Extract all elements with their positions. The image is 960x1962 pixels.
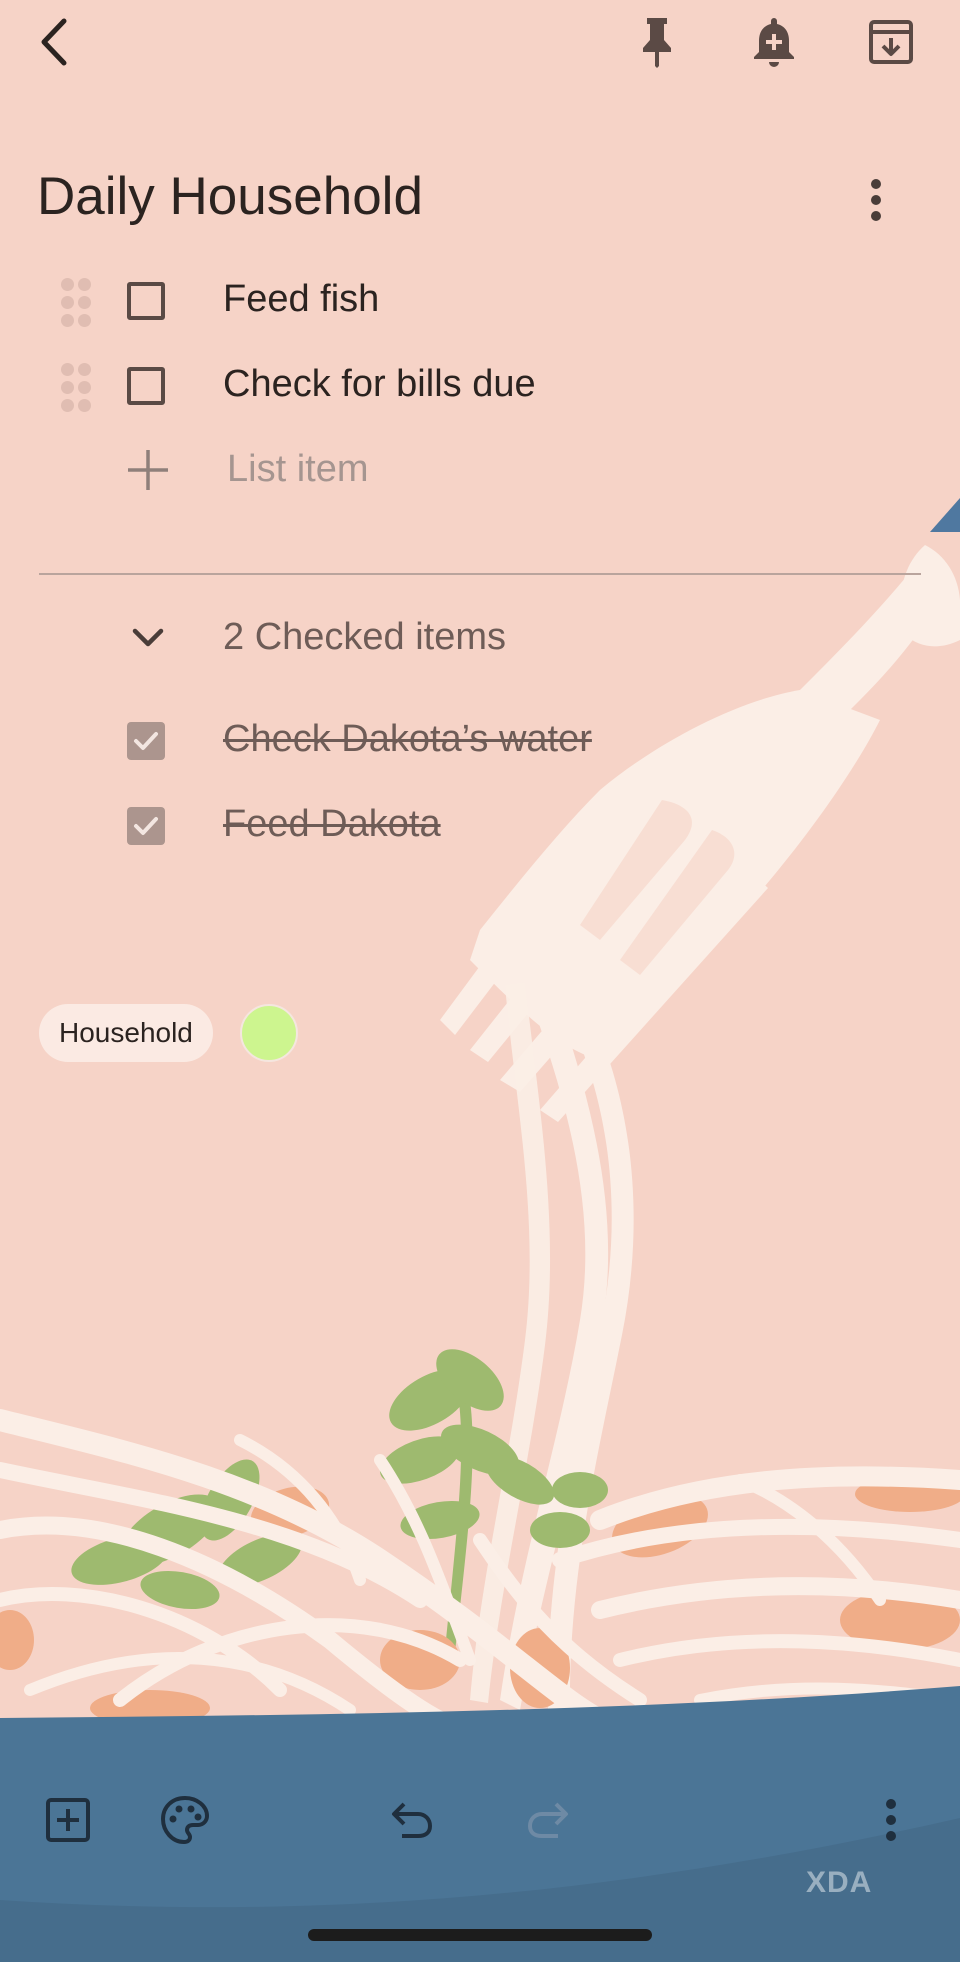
reminder-bell-icon (754, 18, 794, 67)
archive-icon (869, 20, 913, 64)
list-item-placeholder: List item (227, 448, 369, 490)
plus-icon (128, 450, 168, 490)
pin-icon (643, 18, 671, 68)
reminder-button[interactable] (734, 2, 814, 82)
item-checkbox[interactable] (127, 282, 165, 320)
back-button[interactable] (14, 2, 94, 82)
item-text[interactable]: Check for bills due (223, 363, 536, 406)
xda-watermark: XDA (806, 1866, 873, 1899)
note-color-indicator[interactable] (240, 1004, 298, 1062)
more-vertical-icon (871, 179, 881, 221)
item-text[interactable]: Check Dakota’s water (223, 718, 592, 761)
list-item[interactable]: Feed fish (0, 262, 960, 342)
pin-button[interactable] (617, 2, 697, 82)
note-title[interactable]: Daily Household (37, 166, 423, 227)
checked-items-toggle[interactable]: 2 Checked items (0, 598, 960, 678)
item-text[interactable]: Feed Dakota (223, 803, 441, 846)
more-vertical-icon (886, 1799, 896, 1841)
home-indicator[interactable] (308, 1929, 652, 1941)
add-box-icon (46, 1798, 90, 1842)
checked-list-item[interactable]: Check Dakota’s water (0, 702, 960, 782)
list-item[interactable]: Check for bills due (0, 347, 960, 427)
item-checkbox-checked[interactable] (127, 807, 165, 845)
undo-button[interactable] (372, 1780, 452, 1860)
checkmark-icon (134, 817, 158, 835)
item-text[interactable]: Feed fish (223, 278, 379, 321)
item-checkbox-checked[interactable] (127, 722, 165, 760)
back-arrow-icon (41, 18, 67, 66)
drag-handle-icon[interactable] (58, 276, 94, 328)
add-list-item[interactable]: List item (0, 432, 960, 512)
checkmark-icon (134, 732, 158, 750)
checked-items-label: 2 Checked items (223, 616, 507, 658)
undo-icon (392, 1802, 433, 1838)
palette-icon (160, 1795, 210, 1845)
add-content-button[interactable] (28, 1780, 108, 1860)
note-more-options-button[interactable] (836, 160, 916, 240)
chevron-down-icon (132, 628, 164, 647)
redo-icon (527, 1802, 568, 1838)
label-chip[interactable]: Household (39, 1004, 213, 1062)
archive-button[interactable] (851, 2, 931, 82)
drag-handle-icon[interactable] (58, 361, 94, 413)
bottom-more-options-button[interactable] (851, 1780, 931, 1860)
redo-button[interactable] (508, 1780, 588, 1860)
palette-button[interactable] (145, 1780, 225, 1860)
divider (39, 573, 921, 575)
item-checkbox[interactable] (127, 367, 165, 405)
checked-list-item[interactable]: Feed Dakota (0, 787, 960, 867)
